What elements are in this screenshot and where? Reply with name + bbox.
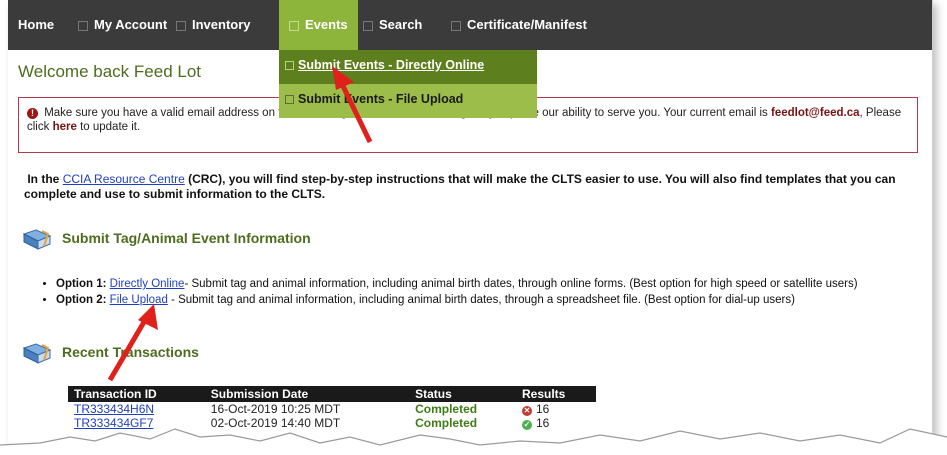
bullet-icon — [78, 20, 88, 31]
option-desc: - Submit tag and animal information, inc… — [171, 294, 795, 306]
col-transaction-id: Transaction ID — [68, 386, 205, 402]
events-dropdown: Submit Events - Directly Online Submit E… — [279, 50, 537, 118]
nav-my-account[interactable]: My Account — [78, 0, 167, 50]
col-results: Results — [516, 386, 596, 402]
option-desc: - Submit tag and animal information, inc… — [184, 278, 858, 290]
top-nav: Home My Account Inventory Events Search … — [8, 0, 932, 50]
crc-text: In the — [27, 172, 60, 186]
alert-text: to update it. — [80, 121, 141, 133]
crc-paragraph: In the CCIA Resource Centre (CRC), you w… — [24, 172, 924, 202]
book-icon — [22, 343, 52, 364]
annotation-arrow-menu — [332, 66, 373, 144]
submit-section-title: Submit Tag/Animal Event Information — [62, 230, 311, 246]
result-count: 16 — [536, 402, 550, 416]
bullet-icon — [285, 95, 294, 105]
result-cell: ✕ 16 — [516, 402, 596, 416]
menu-item-submit-directly-online[interactable]: Submit Events - Directly Online — [279, 50, 537, 84]
bullet-icon — [289, 20, 299, 31]
option-item: Option 2: File Upload - Submit tag and a… — [56, 293, 926, 307]
directly-online-link[interactable]: Directly Online — [110, 278, 185, 290]
nav-inventory[interactable]: Inventory — [176, 0, 251, 50]
nav-events-label: Events — [305, 17, 348, 32]
bullet-icon — [285, 61, 294, 71]
nav-events[interactable]: Events — [279, 0, 358, 50]
current-email: feedlot@feed.ca — [770, 107, 860, 119]
nav-home-label: Home — [18, 17, 55, 32]
option-label: Option 2: — [56, 294, 107, 306]
nav-certificate-manifest-label: Certificate/Manifest — [467, 17, 587, 32]
ccia-resource-centre-link[interactable]: CCIA Resource Centre — [63, 172, 185, 186]
option-item: Option 1: Directly Online- Submit tag an… — [56, 277, 926, 291]
bullet-icon — [176, 20, 186, 31]
transaction-id-link[interactable]: TR333434H6N — [74, 402, 154, 416]
book-icon — [22, 229, 52, 250]
submission-date: 16-Oct-2019 10:25 MDT — [210, 402, 341, 416]
col-submission-date: Submission Date — [204, 386, 410, 402]
status-text: Completed — [415, 402, 478, 416]
table-header-row: Transaction ID Submission Date Status Re… — [68, 386, 596, 402]
nav-search[interactable]: Search — [363, 0, 422, 50]
option-label: Option 1: — [56, 278, 107, 290]
torn-edge — [0, 428, 947, 455]
nav-home[interactable]: Home — [18, 0, 54, 50]
nav-certificate-manifest[interactable]: Certificate/Manifest — [451, 0, 587, 50]
update-email-link[interactable]: here — [53, 121, 77, 133]
nav-inventory-label: Inventory — [192, 17, 251, 32]
table-row: TR333434H6N 16-Oct-2019 10:25 MDT Comple… — [68, 402, 596, 416]
col-status: Status — [409, 386, 516, 402]
bullet-icon — [363, 20, 373, 31]
annotation-arrow-directly-online — [107, 304, 158, 382]
nav-search-label: Search — [379, 17, 423, 32]
menu-item-submit-file-upload[interactable]: Submit Events - File Upload — [279, 84, 537, 118]
welcome-heading: Welcome back Feed Lot — [18, 62, 201, 81]
nav-my-account-label: My Account — [94, 17, 168, 32]
bullet-icon — [451, 20, 461, 31]
warning-icon: ! — [27, 108, 38, 119]
